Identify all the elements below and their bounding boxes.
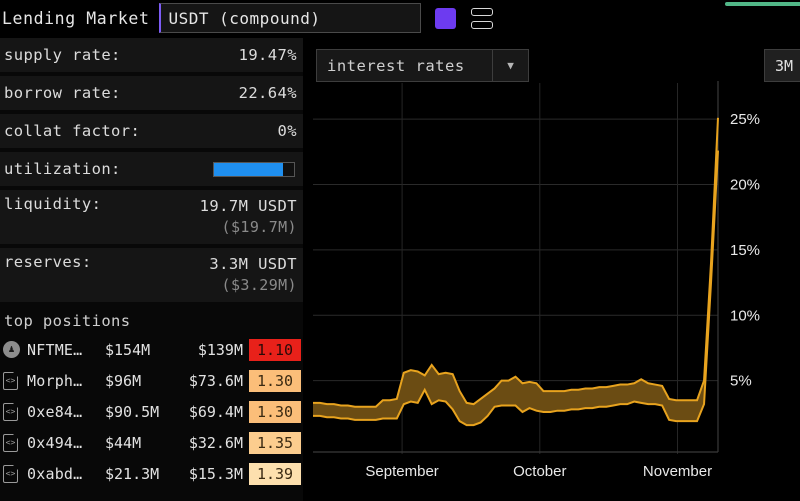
position-debt: $69.4M <box>171 403 243 421</box>
purple-color-swatch-icon[interactable] <box>435 8 456 29</box>
position-row[interactable]: <> 0x494…$44M$32.6M 1.35 <box>0 427 303 458</box>
stat-label: reserves: <box>4 253 92 271</box>
stat-row-utilization: utilization: <box>0 152 303 186</box>
contract-icon: <> <box>3 434 27 452</box>
interest-rates-chart: 5% 10% 15% 20% 25% September October November <box>306 38 800 501</box>
stat-label: supply rate: <box>4 46 121 64</box>
position-collateral: $44M <box>105 434 171 452</box>
position-collateral: $96M <box>105 372 171 390</box>
y-axis-tick-label: 25% <box>730 111 760 128</box>
rows-layout-icon[interactable] <box>471 8 493 29</box>
position-row[interactable]: <> 0xe84…$90.5M$69.4M 1.30 <box>0 396 303 427</box>
stat-value: 22.64% <box>239 84 297 102</box>
rate-band-fill <box>313 118 718 425</box>
position-health-factor: 1.39 <box>249 463 301 485</box>
position-collateral: $154M <box>105 341 171 359</box>
position-debt: $139M <box>171 341 243 359</box>
market-selector[interactable]: USDT (compound) <box>159 3 421 33</box>
x-axis-tick-label: October <box>513 463 566 480</box>
position-debt: $73.6M <box>171 372 243 390</box>
avatar-icon: ♟ <box>3 341 27 358</box>
x-axis-tick-label: September <box>365 463 438 480</box>
stat-value: 19.7M USDT <box>200 195 297 217</box>
stat-row-collat-factor: collat factor: 0% 0% <box>0 114 303 148</box>
stat-row-supply-rate: supply rate: 19.47% <box>0 38 303 72</box>
contract-icon: <> <box>3 403 18 421</box>
position-name: 0xe84… <box>27 403 105 421</box>
stat-label: liquidity: <box>4 195 101 213</box>
contract-icon: <> <box>3 465 18 483</box>
avatar-icon: ♟ <box>3 341 20 358</box>
market-stats-panel: supply rate: 19.47% borrow rate: 22.64% … <box>0 38 303 501</box>
contract-icon: <> <box>3 372 27 390</box>
position-row[interactable]: <> Morph…$96M$73.6M 1.30 <box>0 365 303 396</box>
position-collateral: $21.3M <box>105 465 171 483</box>
stat-label: borrow rate: <box>4 84 121 102</box>
y-axis-tick-label: 20% <box>730 177 760 194</box>
stat-row-borrow-rate: borrow rate: 22.64% <box>0 76 303 110</box>
utilization-progress-bar <box>213 162 295 177</box>
contract-icon: <> <box>3 434 18 452</box>
lending-market-app: Lending Market USDT (compound) supply ra… <box>0 0 800 501</box>
position-health-factor: 1.30 <box>249 370 301 392</box>
position-name: Morph… <box>27 372 105 390</box>
stat-label: utilization: <box>4 160 121 178</box>
top-positions-title: top positions <box>0 306 303 334</box>
y-axis-tick-label: 15% <box>730 242 760 259</box>
position-debt: $15.3M <box>171 465 243 483</box>
position-health-factor: 1.35 <box>249 432 301 454</box>
position-row[interactable]: ♟ NFTME…$154M$139M 1.10 <box>0 334 303 365</box>
stat-value: 19.47% <box>239 46 297 64</box>
stat-value: 0% <box>278 122 297 140</box>
position-name: 0x494… <box>27 434 105 452</box>
stat-label: collat factor: <box>4 122 140 140</box>
position-collateral: $90.5M <box>105 403 171 421</box>
stat-subvalue: ($3.29M) <box>209 275 297 297</box>
x-axis-tick-label: November <box>643 463 712 480</box>
position-health-factor: 1.30 <box>249 401 301 423</box>
position-name: NFTME… <box>27 341 105 359</box>
chart-panel: interest rates ▼ 3M 5%10%15%20%25%Septem… <box>306 38 800 501</box>
contract-icon: <> <box>3 403 27 421</box>
position-row[interactable]: <> 0xabd…$21.3M$15.3M 1.39 <box>0 458 303 489</box>
page-title: Lending Market <box>2 9 149 28</box>
top-positions-list: ♟ NFTME…$154M$139M 1.10 <> Morph…$96M$73.6M 1… <box>0 334 303 489</box>
stat-row-liquidity: liquidity: 19.7M USDT ($19.7M) <box>0 190 303 244</box>
utilization-progress-fill <box>214 163 283 176</box>
y-axis-tick-label: 10% <box>730 307 760 324</box>
position-debt: $32.6M <box>171 434 243 452</box>
contract-icon: <> <box>3 372 18 390</box>
stat-value: 3.3M USDT <box>209 253 297 275</box>
stat-row-reserves: reserves: 3.3M USDT ($3.29M) <box>0 248 303 302</box>
position-name: 0xabd… <box>27 465 105 483</box>
stat-subvalue: ($19.7M) <box>200 217 297 239</box>
app-header: Lending Market USDT (compound) <box>0 0 800 36</box>
series-line-borrow-rate <box>313 118 718 407</box>
position-health-factor: 1.10 <box>249 339 301 361</box>
y-axis-tick-label: 5% <box>730 373 752 390</box>
contract-icon: <> <box>3 465 27 483</box>
market-selector-value: USDT (compound) <box>168 9 320 28</box>
